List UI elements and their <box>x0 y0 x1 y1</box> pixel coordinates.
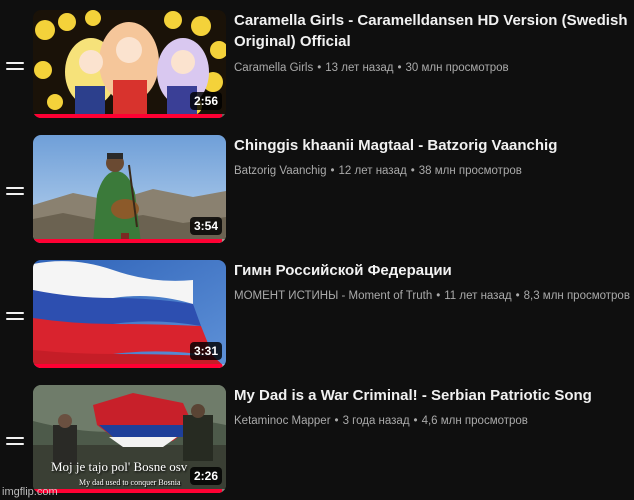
thumbnail-subcaption: My dad used to conquer Bosnia <box>79 478 181 487</box>
drag-handle-icon[interactable] <box>6 187 24 199</box>
meta-separator: • <box>330 165 335 177</box>
upload-age: 11 лет назад <box>444 290 512 302</box>
channel-name[interactable]: МОМЕНТ ИСТИНЫ - Moment of Truth <box>234 290 432 302</box>
playlist-item[interactable]: 3:31 Гимн Российской Федерации МОМЕНТ ИС… <box>0 258 634 370</box>
view-count: 4,6 млн просмотров <box>421 415 528 427</box>
video-title[interactable]: Caramella Girls - Caramelldansen HD Vers… <box>234 10 630 52</box>
channel-name[interactable]: Ketaminoc Mapper <box>234 415 331 427</box>
view-count: 30 млн просмотров <box>405 62 509 74</box>
meta-separator: • <box>397 62 402 74</box>
playlist-item[interactable]: Moj je tajo pol' Bosne osv My dad used t… <box>0 383 634 495</box>
playlist-item[interactable]: 3:54 Chinggis khaanii Magtaal - Batzorig… <box>0 133 634 245</box>
upload-age: 12 лет назад <box>338 165 407 177</box>
meta-separator: • <box>436 290 441 302</box>
upload-age: 13 лет назад <box>325 62 394 74</box>
video-title[interactable]: Гимн Российской Федерации <box>234 260 630 281</box>
duration-badge: 2:26 <box>189 467 222 485</box>
meta-separator: • <box>317 62 322 74</box>
video-meta: МОМЕНТ ИСТИНЫ - Moment of Truth • 11 лет н… <box>234 290 634 302</box>
watch-progress-bar <box>33 239 223 243</box>
duration-badge: 2:56 <box>189 92 222 110</box>
video-thumbnail[interactable]: Moj je tajo pol' Bosne osv My dad used t… <box>33 385 226 493</box>
video-thumbnail[interactable]: 3:54 <box>33 135 226 243</box>
duration-badge: 3:54 <box>189 217 222 235</box>
imgflip-watermark: imgflip.com <box>2 486 58 498</box>
watch-progress-bar <box>33 114 223 118</box>
watch-progress-bar <box>33 364 223 368</box>
upload-age: 3 года назад <box>342 415 410 427</box>
duration-badge: 3:31 <box>189 342 222 360</box>
watch-progress-bar <box>33 489 223 493</box>
channel-name[interactable]: Caramella Girls <box>234 62 313 74</box>
drag-handle-icon[interactable] <box>6 62 24 74</box>
drag-handle-icon[interactable] <box>6 437 24 449</box>
video-title[interactable]: My Dad is a War Criminal! - Serbian Patr… <box>234 385 630 406</box>
video-thumbnail[interactable]: 2:56 <box>33 10 226 118</box>
video-meta: Batzorig Vaanchig • 12 лет назад • 38 млн пр… <box>234 165 634 177</box>
video-title[interactable]: Chinggis khaanii Magtaal - Batzorig Vaan… <box>234 135 630 156</box>
meta-separator: • <box>515 290 520 302</box>
video-meta: Ketaminoc Mapper • 3 года назад • 4,6 млн пр… <box>234 415 634 427</box>
video-thumbnail[interactable]: 3:31 <box>33 260 226 368</box>
video-meta: Caramella Girls • 13 лет назад • 30 млн прос… <box>234 62 634 74</box>
view-count: 38 млн просмотров <box>418 165 522 177</box>
meta-separator: • <box>413 415 418 427</box>
meta-separator: • <box>334 415 339 427</box>
meta-separator: • <box>410 165 415 177</box>
channel-name[interactable]: Batzorig Vaanchig <box>234 165 326 177</box>
playlist-item[interactable]: 2:56 Caramella Girls - Caramelldansen HD… <box>0 8 634 120</box>
drag-handle-icon[interactable] <box>6 312 24 324</box>
view-count: 8,3 млн просмотров <box>523 290 630 302</box>
